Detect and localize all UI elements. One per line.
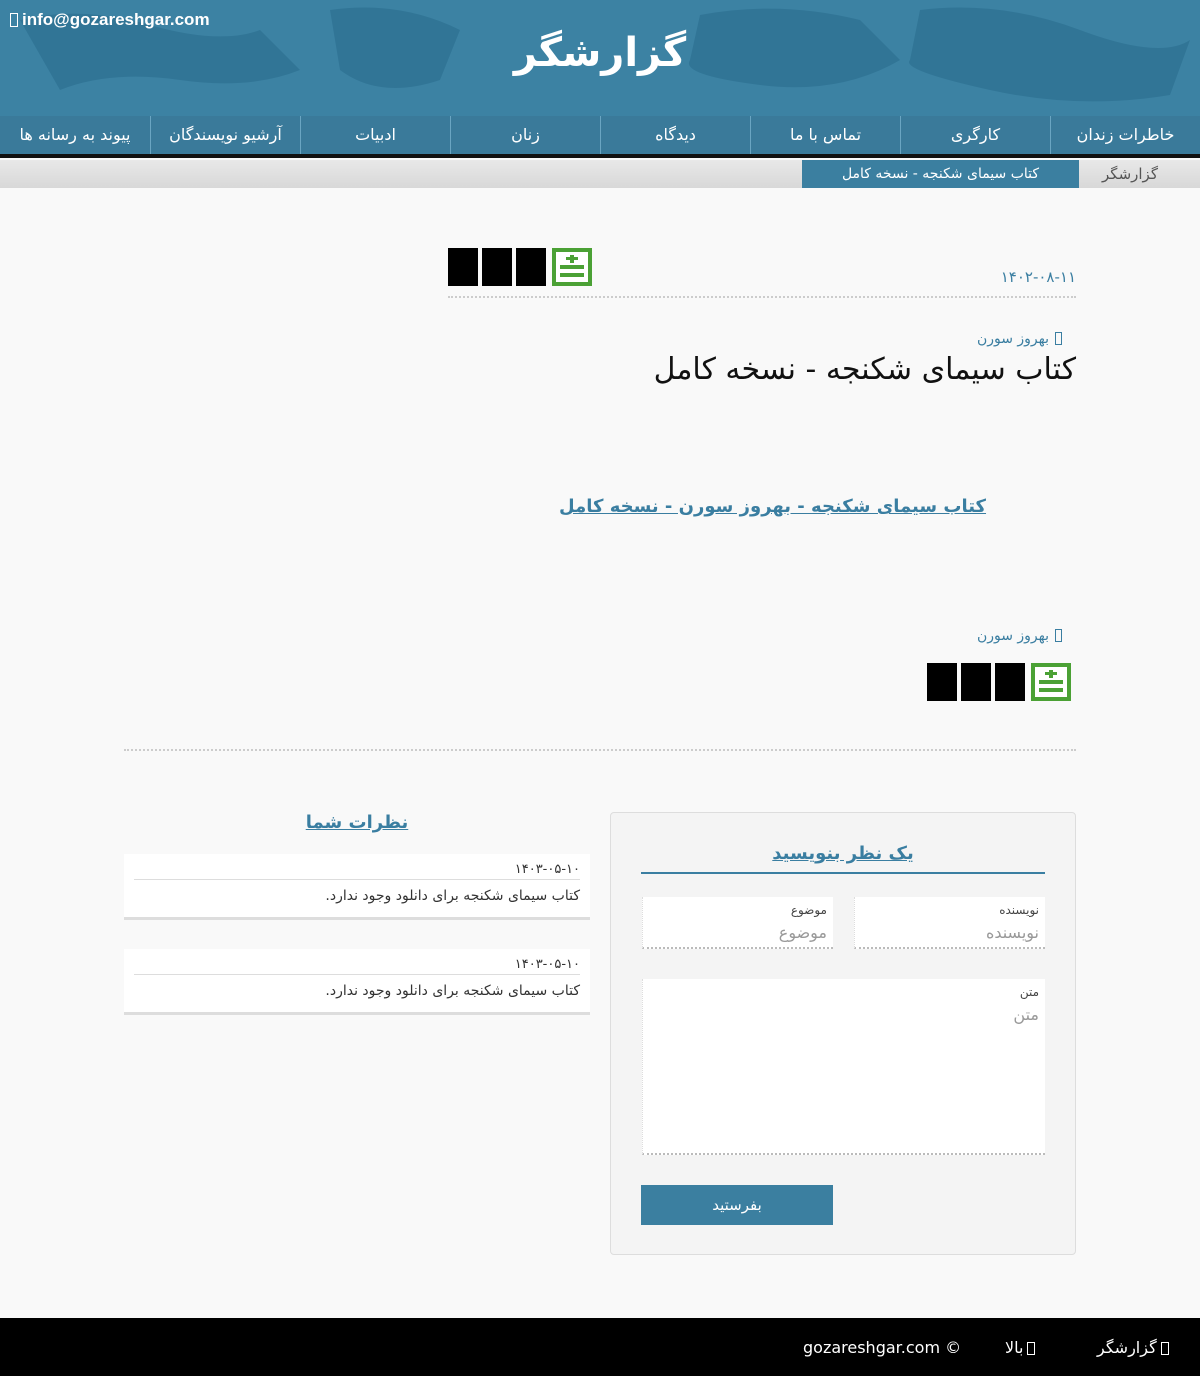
breadcrumb-current: کتاب سیمای شکنجه - نسخه کامل [802, 160, 1079, 188]
nav-item-literature[interactable]: ادبیات [300, 116, 450, 154]
nav-item-prison-memoirs[interactable]: خاطرات زندان [1050, 116, 1200, 154]
author-field[interactable]: نویسنده نویسنده [854, 897, 1045, 949]
share-icon[interactable] [448, 248, 478, 286]
share-icon[interactable] [961, 663, 991, 701]
author-placeholder: نویسنده [985, 923, 1039, 942]
back-to-top-link[interactable]: بالا [1005, 1338, 1039, 1357]
subject-placeholder: موضوع [778, 923, 827, 942]
text-label: متن [1019, 985, 1039, 999]
article-author[interactable]: بهروز سورن [977, 331, 1062, 347]
nav-item-viewpoint[interactable]: دیدگاه [600, 116, 750, 154]
article-date: ۱۴۰۲-۰۸-۱۱ [1000, 268, 1076, 286]
add-share-icon[interactable] [552, 248, 592, 286]
article-title: کتاب سیمای شکنجه - نسخه کامل [653, 352, 1076, 387]
share-icon[interactable] [995, 663, 1025, 701]
share-bar-top [448, 248, 592, 286]
author-label: نویسنده [999, 903, 1039, 917]
add-share-icon[interactable] [1031, 663, 1071, 701]
site-title[interactable]: گزارشگر [0, 30, 1200, 76]
site-header: info@gozareshgar.com گزارشگر [0, 0, 1200, 116]
section-divider [124, 749, 1076, 751]
footer-home-link[interactable]: گزارشگر [1097, 1338, 1173, 1357]
nav-item-authors-archive[interactable]: آرشیو نویسندگان [150, 116, 300, 154]
divider [448, 296, 1076, 298]
site-footer: gozareshgar.com © بالا گزارشگر [0, 1318, 1200, 1376]
subject-field[interactable]: موضوع موضوع [642, 897, 833, 949]
share-icon[interactable] [927, 663, 957, 701]
comment-text: کتاب سیمای شکنجه برای دانلود وجود ندارد. [325, 888, 580, 904]
main-nav: خاطرات زندان کارگری تماس با ما دیدگاه زن… [0, 116, 1200, 158]
nav-item-contact[interactable]: تماس با ما [750, 116, 900, 154]
share-bar-bottom [927, 663, 1071, 701]
comment-form-title: یک نظر بنویسید [641, 843, 1045, 874]
comments-title: نظرات شما [305, 812, 409, 833]
comment-form: یک نظر بنویسید نویسنده نویسنده موضوع موض… [610, 812, 1076, 1255]
comment-item: ۱۴۰۳-۰۵-۱۰ کتاب سیمای شکنجه برای دانلود … [124, 854, 590, 920]
article-download-link[interactable]: کتاب سیمای شکنجه - بهروز سورن - نسخه کام… [559, 496, 986, 517]
nav-item-media-links[interactable]: پیوند به رسانه ها [0, 116, 150, 154]
submit-button[interactable]: بفرستید [641, 1185, 833, 1225]
breadcrumb-home[interactable]: گزارشگر [1080, 160, 1180, 188]
article-author-bottom[interactable]: بهروز سورن [977, 628, 1062, 644]
nav-item-labor[interactable]: کارگری [900, 116, 1050, 154]
footer-copyright: gozareshgar.com © [803, 1338, 962, 1357]
text-area[interactable]: متن متن [642, 979, 1045, 1155]
email-link[interactable]: info@gozareshgar.com [10, 10, 210, 30]
comment-text: کتاب سیمای شکنجه برای دانلود وجود ندارد. [325, 983, 580, 999]
home-icon [1160, 1342, 1169, 1355]
breadcrumb: کتاب سیمای شکنجه - نسخه کامل گزارشگر [0, 160, 1200, 188]
comment-date: ۱۴۰۳-۰۵-۱۰ [514, 862, 580, 877]
envelope-icon [10, 13, 18, 27]
comment-item: ۱۴۰۳-۰۵-۱۰ کتاب سیمای شکنجه برای دانلود … [124, 949, 590, 1015]
arrow-up-icon [1027, 1342, 1036, 1355]
user-icon [1055, 629, 1062, 642]
comment-date: ۱۴۰۳-۰۵-۱۰ [514, 957, 580, 972]
nav-item-women[interactable]: زنان [450, 116, 600, 154]
subject-label: موضوع [790, 903, 827, 917]
share-icon[interactable] [516, 248, 546, 286]
share-icon[interactable] [482, 248, 512, 286]
user-icon [1055, 332, 1062, 345]
text-placeholder: متن [1013, 1005, 1039, 1024]
